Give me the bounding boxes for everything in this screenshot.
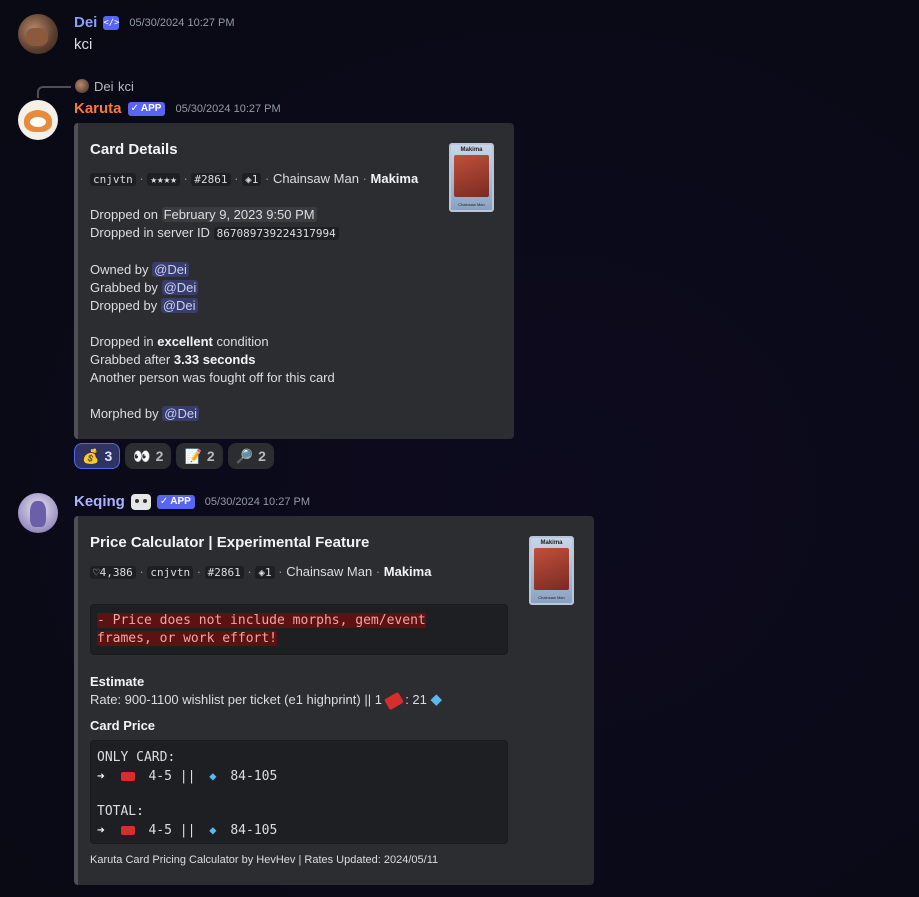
reaction-magnifier[interactable]: 🔎 2 [227,443,274,469]
reactions-bar: 💰 3 👀 2 📝 2 🔎 2 [74,443,274,469]
card-stars: ★★★★ [147,173,180,186]
diamond-icon: ◆ [209,769,217,783]
card-summary: ♡4,386 · cnjvtn · #2861 · ◈1 · Chainsaw … [90,563,431,582]
condition-line: Dropped in excellent condition [90,334,269,349]
author-name[interactable]: Dei [74,14,97,31]
author-name[interactable]: Karuta [74,100,122,117]
arrow-icon: ➔ [97,769,105,784]
thumb-name: Makima [540,540,563,546]
arrow-icon: ➔ [97,823,105,838]
reply-connector [37,86,71,98]
dropped-on-date[interactable]: February 9, 2023 9:50 PM [161,207,317,222]
estimate-label: Estimate [90,674,145,689]
card-edition: ◈1 [242,173,262,186]
thumb-series: Chainsaw Man [458,202,485,207]
embed-footer: Karuta Card Pricing Calculator by HevHev… [90,854,439,866]
server-id: 867089739224317994 [213,227,339,240]
card-thumbnail[interactable]: Makima Chainsaw Man [529,536,574,605]
reaction-money-bag[interactable]: 💰 3 [74,443,121,469]
bot-face-icon [130,493,151,510]
eyes-icon: 👀 [133,447,151,464]
avatar-dei[interactable] [18,14,58,54]
reply-content[interactable]: kci [118,78,134,96]
ticket-icon [120,772,135,781]
card-thumbnail[interactable]: Makima Chainsaw Man [449,143,494,212]
diamond-icon: ◆ [209,823,217,837]
warning-codeblock: - Price does not include morphs, gem/eve… [90,604,508,655]
app-tag: ✓ APP [156,494,195,509]
dropped-on-line: Dropped on February 9, 2023 9:50 PM [90,207,317,222]
card-series: Chainsaw Man [286,564,373,579]
only-card-values: ➔ 4-5 || ◆ 84-105 [97,769,278,784]
warning-line-1: - Price does not include morphs, gem/eve… [97,613,426,628]
memo-icon: 📝 [184,447,202,464]
fight-line: Another person was fought off for this c… [90,370,335,385]
reaction-eyes[interactable]: 👀 2 [125,443,172,469]
warning-line-2: frames, or work effort! [97,631,278,646]
morphed-line: Morphed by @Dei [90,406,199,421]
card-number: #2861 [204,566,244,579]
price-calculator-embed: Price Calculator | Experimental Feature … [74,516,594,885]
card-character: Makima [383,564,432,579]
owned-line: Owned by @Dei [90,262,189,277]
only-card-label: ONLY CARD: [97,750,176,765]
developer-badge-icon: </> [103,15,120,30]
morphed-mention[interactable]: @Dei [162,406,199,421]
owned-mention[interactable]: @Dei [152,262,189,277]
reply-avatar [75,79,89,93]
thumb-name: Makima [460,147,483,153]
total-label: TOTAL: [97,804,144,819]
grabbed-line: Grabbed by @Dei [90,280,199,295]
message-content: kci [74,36,93,53]
grab-time-line: Grabbed after 3.33 seconds [90,352,256,367]
card-series: Chainsaw Man [272,171,359,186]
app-tag: ✓ APP [127,101,166,116]
card-character: Makima [370,171,419,186]
reply-author[interactable]: Dei [94,78,114,96]
money-bag-icon: 💰 [82,447,100,464]
total-values: ➔ 4-5 || ◆ 84-105 [97,823,278,838]
card-details-embed: Card Details cnjvtn · ★★★★ · #2861 · ◈1 … [74,123,514,439]
timestamp: 05/30/2024 10:27 PM [175,102,281,115]
card-number: #2861 [191,173,231,186]
card-code: cnjvtn [147,566,194,579]
embed-title: Card Details [90,141,178,158]
dropped-mention[interactable]: @Dei [160,298,198,313]
card-edition: ◈1 [255,566,275,579]
check-icon: ✓ [130,102,139,114]
grabbed-mention[interactable]: @Dei [161,280,199,295]
embed-title: Price Calculator | Experimental Feature [90,534,370,551]
card-price-label: Card Price [90,718,156,733]
timestamp: 05/30/2024 10:27 PM [204,495,310,508]
card-code: cnjvtn [90,173,136,186]
ticket-icon [120,826,135,835]
rate-line: Rate: 900-1100 wishlist per ticket (e1 h… [90,691,443,710]
diamond-icon: ◆ [430,691,443,708]
dropped-by-line: Dropped by @Dei [90,298,198,313]
timestamp: 05/30/2024 10:27 PM [129,16,235,29]
avatar-keqing[interactable] [18,493,58,533]
avatar-karuta[interactable] [18,100,58,140]
ticket-icon [383,691,404,710]
check-icon: ✓ [159,495,169,507]
magnifier-icon: 🔎 [235,447,254,464]
card-summary: cnjvtn · ★★★★ · #2861 · ◈1 · Chainsaw Ma… [90,170,418,189]
author-name[interactable]: Keqing [74,493,125,510]
wishlist-count: ♡4,386 [90,566,136,579]
thumb-series: Chainsaw Man [538,595,565,600]
server-line: Dropped in server ID 867089739224317994 [90,224,339,243]
price-codeblock: ONLY CARD: ➔ 4-5 || ◆ 84-105 TOTAL: ➔ 4-… [90,740,508,844]
reaction-memo[interactable]: 📝 2 [176,443,223,469]
